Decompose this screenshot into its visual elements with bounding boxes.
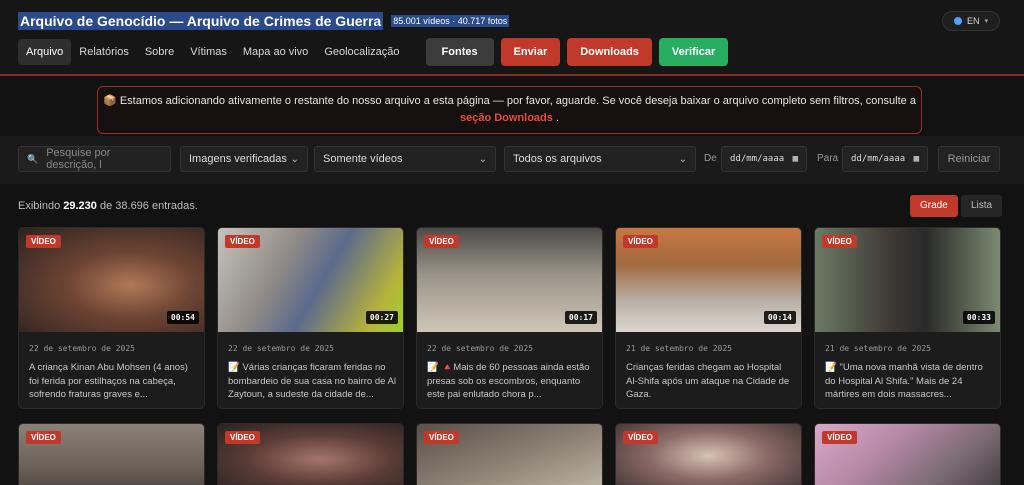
- video-card[interactable]: VÍDEO 00:14 21 de setembro de 2025 Crian…: [615, 227, 802, 409]
- header: Arquivo de Genocídio — Arquivo de Crimes…: [0, 0, 1024, 76]
- video-badge: VÍDEO: [424, 431, 459, 444]
- from-date-value: dd/mm/aaaa: [730, 154, 785, 164]
- verified-select-value: Imagens verificadas: [189, 153, 287, 165]
- sources-button[interactable]: Fontes: [425, 38, 494, 66]
- results-total: de 38.696 entradas.: [99, 200, 198, 212]
- video-badge: VÍDEO: [225, 431, 260, 444]
- nav-arquivo[interactable]: Arquivo: [18, 39, 72, 65]
- card-date: 22 de setembro de 2025: [29, 344, 135, 353]
- search-input[interactable]: 🔍 Pesquise por descrição, l: [18, 146, 171, 172]
- nav-geolocalizacao[interactable]: Geolocalização: [316, 39, 407, 65]
- video-badge: VÍDEO: [26, 235, 61, 248]
- site-stats: 85.001 vídeos · 40.717 fotos: [391, 15, 510, 27]
- card-description: 📝 Várias crianças ficaram feridas no bom…: [228, 362, 396, 400]
- to-label: Para: [817, 153, 839, 164]
- grid-view-button[interactable]: Grade: [910, 195, 958, 217]
- video-badge: VÍDEO: [822, 235, 857, 248]
- from-label: De: [704, 153, 717, 164]
- video-duration: 00:14: [763, 311, 796, 324]
- card-date: 22 de setembro de 2025: [427, 344, 533, 353]
- card-description: Crianças feridas chegam ao Hospital Al-S…: [626, 362, 790, 400]
- video-duration: 00:33: [962, 311, 995, 324]
- video-card[interactable]: VÍDEO: [18, 423, 205, 485]
- video-card[interactable]: VÍDEO: [615, 423, 802, 485]
- reset-button[interactable]: Reiniciar: [938, 146, 1000, 172]
- video-badge: VÍDEO: [623, 431, 658, 444]
- results-count: Exibindo 29.230 de 38.696 entradas.: [18, 200, 198, 212]
- submit-button[interactable]: Enviar: [500, 38, 561, 66]
- card-description: 📝 🔺Mais de 60 pessoas ainda estão presas…: [427, 362, 590, 400]
- media-type-select-value: Somente vídeos: [323, 153, 403, 165]
- verify-button[interactable]: Verificar: [658, 38, 729, 66]
- video-badge: VÍDEO: [26, 431, 61, 444]
- chevron-down-icon: ⌄: [478, 153, 487, 165]
- card-description: A criança Kinan Abu Mohsen (4 anos) foi …: [29, 362, 188, 400]
- media-type-select[interactable]: Somente vídeos ⌄: [314, 146, 496, 172]
- site-title[interactable]: Arquivo de Genocídio — Arquivo de Crimes…: [18, 12, 384, 30]
- main-nav: Arquivo Relatórios Sobre Vítimas Mapa ao…: [18, 38, 729, 66]
- downloads-section-link[interactable]: seção Downloads: [460, 112, 553, 124]
- chevron-down-icon: ⌄: [290, 153, 299, 165]
- filter-bar: 🔍 Pesquise por descrição, l Imagens veri…: [0, 136, 1024, 184]
- chevron-down-icon: ⌄: [678, 153, 687, 165]
- card-date: 21 de setembro de 2025: [825, 344, 931, 353]
- package-icon: 📦: [103, 95, 117, 107]
- video-duration: 00:27: [365, 311, 398, 324]
- chevron-down-icon: ▾: [984, 18, 989, 25]
- video-duration: 00:54: [166, 311, 199, 324]
- card-date: 22 de setembro de 2025: [228, 344, 334, 353]
- notice-banner: 📦 Estamos adicionando ativamente o resta…: [97, 86, 922, 134]
- from-date-input[interactable]: dd/mm/aaaa ▦: [721, 146, 807, 172]
- globe-icon: [953, 17, 962, 25]
- nav-mapa[interactable]: Mapa ao vivo: [235, 39, 316, 65]
- search-placeholder: Pesquise por descrição, l: [46, 147, 111, 171]
- files-select-value: Todos os arquivos: [513, 153, 602, 165]
- files-select[interactable]: Todos os arquivos ⌄: [504, 146, 696, 172]
- verified-select[interactable]: Imagens verificadas ⌄: [180, 146, 308, 172]
- card-date: 21 de setembro de 2025: [626, 344, 732, 353]
- video-badge: VÍDEO: [424, 235, 459, 248]
- video-card[interactable]: VÍDEO 00:17 22 de setembro de 2025 📝 🔺Ma…: [416, 227, 603, 409]
- language-switcher[interactable]: EN ▾: [942, 11, 1000, 31]
- list-view-button[interactable]: Lista: [961, 195, 1003, 217]
- downloads-button[interactable]: Downloads: [567, 38, 652, 66]
- notice-text: Estamos adicionando ativamente o restant…: [119, 95, 916, 107]
- language-label: EN: [966, 16, 980, 26]
- nav-sobre[interactable]: Sobre: [137, 39, 182, 65]
- video-badge: VÍDEO: [822, 431, 857, 444]
- notice-end: .: [555, 112, 560, 124]
- nav-vitimas[interactable]: Vítimas: [182, 39, 235, 65]
- search-icon: 🔍: [27, 153, 39, 164]
- to-date-value: dd/mm/aaaa: [851, 154, 906, 164]
- video-card[interactable]: VÍDEO: [814, 423, 1001, 485]
- video-card[interactable]: VÍDEO 00:27 22 de setembro de 2025 📝 Vár…: [217, 227, 404, 409]
- calendar-icon[interactable]: ▦: [914, 154, 919, 164]
- results-shown: 29.230: [63, 200, 97, 212]
- video-duration: 00:17: [564, 311, 597, 324]
- video-badge: VÍDEO: [225, 235, 260, 248]
- title-row: Arquivo de Genocídio — Arquivo de Crimes…: [18, 12, 510, 30]
- card-description: 📝 "Uma nova manhã vista de dentro do Hos…: [825, 362, 983, 400]
- nav-relatorios[interactable]: Relatórios: [71, 39, 137, 65]
- results-prefix: Exibindo: [18, 200, 61, 212]
- video-badge: VÍDEO: [623, 235, 658, 248]
- video-card[interactable]: VÍDEO 00:54 22 de setembro de 2025 A cri…: [18, 227, 205, 409]
- video-card[interactable]: VÍDEO: [416, 423, 603, 485]
- calendar-icon[interactable]: ▦: [793, 154, 798, 164]
- video-card[interactable]: VÍDEO 00:33 21 de setembro de 2025 📝 "Um…: [814, 227, 1001, 409]
- to-date-input[interactable]: dd/mm/aaaa ▦: [842, 146, 928, 172]
- video-card[interactable]: VÍDEO: [217, 423, 404, 485]
